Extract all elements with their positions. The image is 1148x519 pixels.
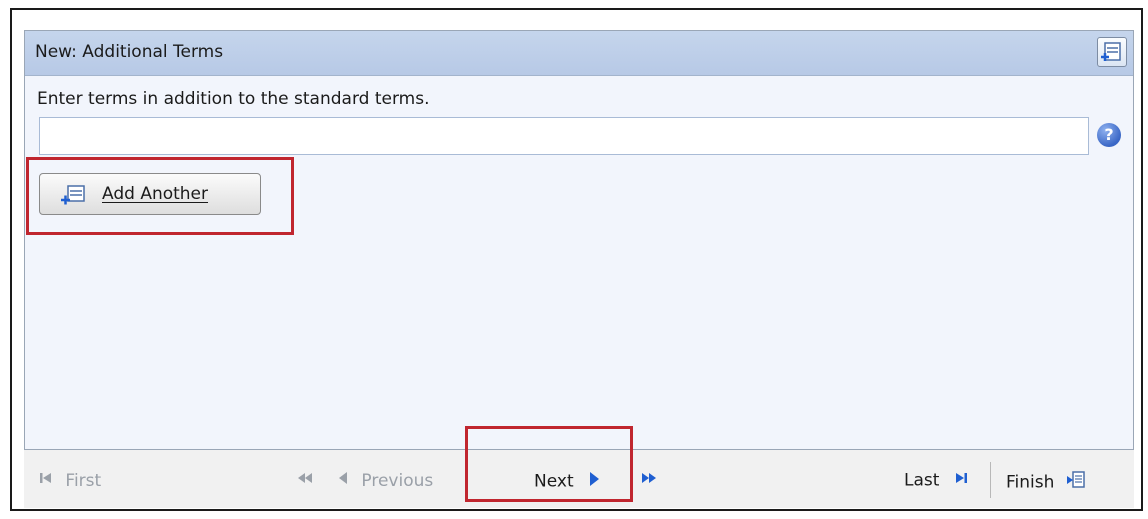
first-page-icon [38,470,54,491]
last-page-icon [953,470,969,491]
last-button[interactable]: Last [904,470,969,491]
nav-separator [990,462,991,498]
additional-terms-panel: New: Additional Terms Enter terms in add… [24,30,1134,450]
panel-title: New: Additional Terms [35,42,224,62]
first-label: First [65,470,102,491]
rewind-button[interactable] [296,470,314,491]
previous-button[interactable]: Previous [336,470,433,491]
instructions-text: Enter terms in addition to the standard … [37,89,430,109]
panel-header: New: Additional Terms [25,31,1133,76]
finish-icon [1066,470,1086,495]
first-button[interactable]: First [38,470,101,491]
fast-forward-icon [640,470,658,491]
next-highlight [465,426,633,502]
finish-button[interactable]: Finish [1006,470,1086,495]
additional-term-input[interactable] [39,117,1089,155]
last-label: Last [904,470,940,491]
help-icon[interactable]: ? [1097,123,1121,147]
finish-label: Finish [1006,472,1055,493]
add-another-highlight [26,157,294,235]
fast-forward-button[interactable] [640,470,658,491]
add-row-icon[interactable] [1097,37,1127,67]
previous-label: Previous [361,470,434,491]
rewind-icon [296,470,314,491]
previous-arrow-icon [336,470,350,491]
